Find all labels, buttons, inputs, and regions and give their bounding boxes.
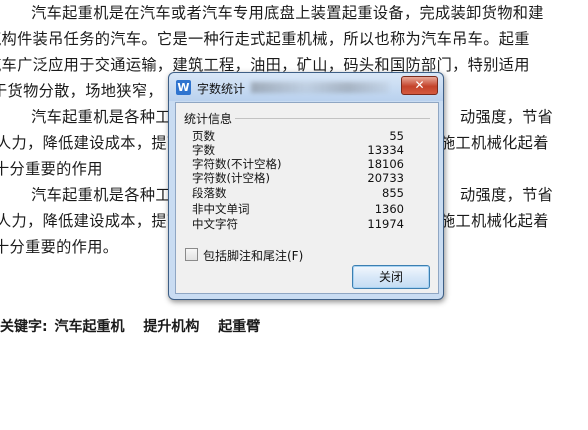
stat-label: 段落数	[192, 186, 227, 200]
dialog-title: 字数统计	[197, 82, 246, 96]
stat-label: 页数	[192, 129, 215, 143]
doc-line: 汽车起重机是各种工程	[0, 186, 187, 204]
stat-value: 1360	[374, 202, 404, 216]
doc-line: 动强度，节省	[460, 108, 554, 126]
doc-line: 十分重要的作用	[0, 160, 103, 178]
doc-line: 于货物分散，场地狭窄，	[0, 82, 163, 100]
keyword: 提升机构	[143, 319, 200, 335]
doc-line: 施工机械化起着	[440, 134, 549, 152]
doc-line: 十分重要的作用。	[0, 238, 119, 256]
stat-value: 20733	[367, 171, 404, 185]
wps-writer-icon: W	[176, 80, 191, 95]
close-icon[interactable]: ✕	[401, 76, 438, 95]
stat-row-chars-no-spaces: 字符数(不计空格) 18106	[192, 158, 404, 171]
doc-line: 施工机械化起着	[440, 212, 549, 230]
stat-row-words: 字数 13334	[192, 144, 404, 157]
dialog-body: 统计信息 页数 55 字数 13334 字符数(不计空格) 18106 字符数(…	[175, 102, 439, 294]
keywords-label: 关键字:	[0, 319, 48, 335]
close-button[interactable]: 关闭	[352, 265, 430, 289]
doc-line: 汽车起重机是各种工程	[0, 108, 187, 126]
stat-value: 13334	[367, 143, 404, 157]
statistics-group-label: 统计信息	[184, 110, 236, 127]
stat-label: 字数	[192, 143, 215, 157]
blurred-title-area	[251, 82, 389, 93]
stat-row-pages: 页数 55	[192, 130, 404, 143]
doc-line: 人力，降低建设成本，提高	[0, 212, 183, 230]
stat-row-chars-with-spaces: 字符数(计空格) 20733	[192, 172, 404, 185]
stat-label: 中文字符	[192, 217, 238, 231]
stat-value: 11974	[367, 217, 404, 231]
stat-value: 855	[382, 186, 404, 200]
keywords-line: 关键字: 汽车起重机 提升机构 起重臂	[0, 316, 274, 336]
stat-value: 18106	[367, 157, 404, 171]
stat-row-paragraphs: 段落数 855	[192, 187, 404, 200]
stat-value: 55	[389, 129, 404, 143]
stat-label: 字符数(计空格)	[192, 171, 270, 185]
doc-line: 汽车起重机是在汽车或者汽车专用底盘上装置起重设备，完成装卸货物和建	[0, 4, 544, 22]
doc-line: 动强度，节省	[460, 186, 554, 204]
keyword: 起重臂	[218, 319, 261, 335]
stat-row-non-chinese-words: 非中文单词 1360	[192, 203, 404, 216]
doc-line: 筑构件装吊任务的汽车。它是一种行走式起重机械，所以也称为汽车吊车。起重	[0, 30, 530, 48]
include-footnotes-checkbox[interactable]	[185, 248, 198, 261]
stat-label: 非中文单词	[192, 202, 250, 216]
stat-label: 字符数(不计空格)	[192, 157, 282, 171]
word-count-dialog: W 字数统计 ✕ 统计信息 页数 55 字数 13334 字符数(不计空格) 1…	[168, 72, 444, 300]
dialog-titlebar[interactable]: W 字数统计 ✕	[169, 73, 443, 101]
doc-line: 人力，降低建设成本，提高	[0, 134, 183, 152]
keyword: 汽车起重机	[54, 319, 125, 335]
include-footnotes-label[interactable]: 包括脚注和尾注(F)	[203, 247, 303, 264]
stat-row-chinese-chars: 中文字符 11974	[192, 218, 404, 231]
